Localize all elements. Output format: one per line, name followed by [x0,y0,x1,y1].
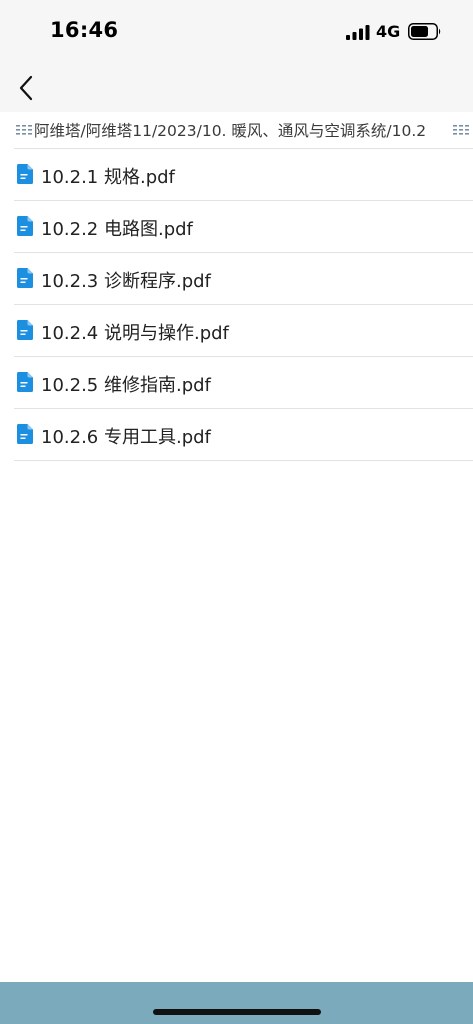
network-type: 4G [376,22,401,41]
bottom-bar [0,982,473,1024]
breadcrumb-path: 阿维塔/阿维塔11/2023/10. 暖风、通风与空调系统/10.2 [34,122,427,140]
status-time: 16:46 [50,18,119,42]
back-button[interactable] [10,68,42,108]
pdf-file-icon [17,216,33,236]
home-indicator[interactable] [153,1009,321,1015]
file-name: 10.2.1 规格.pdf [41,167,175,188]
file-name: 10.2.2 电路图.pdf [41,219,193,240]
file-item[interactable]: 10.2.3 诊断程序.pdf [0,253,473,305]
drag-handle-icon [453,125,469,135]
file-name: 10.2.6 专用工具.pdf [41,427,211,448]
file-item[interactable]: 10.2.4 说明与操作.pdf [0,305,473,357]
pdf-file-icon [17,268,33,288]
file-name: 10.2.3 诊断程序.pdf [41,271,211,292]
battery-icon [408,23,441,40]
chevron-left-icon [19,75,33,101]
file-name: 10.2.5 维修指南.pdf [41,375,211,396]
pdf-file-icon [17,320,33,340]
breadcrumb[interactable]: 阿维塔/阿维塔11/2023/10. 暖风、通风与空调系统/10.2 [0,112,473,148]
file-item[interactable]: 10.2.2 电路图.pdf [0,201,473,253]
file-item[interactable]: 10.2.1 规格.pdf [0,149,473,201]
file-name: 10.2.4 说明与操作.pdf [41,323,229,344]
signal-strength-icon [346,25,370,40]
navigation-bar [0,64,473,112]
file-item[interactable]: 10.2.6 专用工具.pdf [0,409,473,461]
top-area: 16:46 4G [0,0,473,112]
pdf-file-icon [17,372,33,392]
pdf-file-icon [17,424,33,444]
pdf-file-icon [17,164,33,184]
status-bar: 16:46 4G [0,0,473,64]
drag-handle-icon [16,125,32,135]
file-item[interactable]: 10.2.5 维修指南.pdf [0,357,473,409]
file-list: 10.2.1 规格.pdf 10.2.2 电路图.pdf 10.2.3 诊断程序… [0,149,473,461]
